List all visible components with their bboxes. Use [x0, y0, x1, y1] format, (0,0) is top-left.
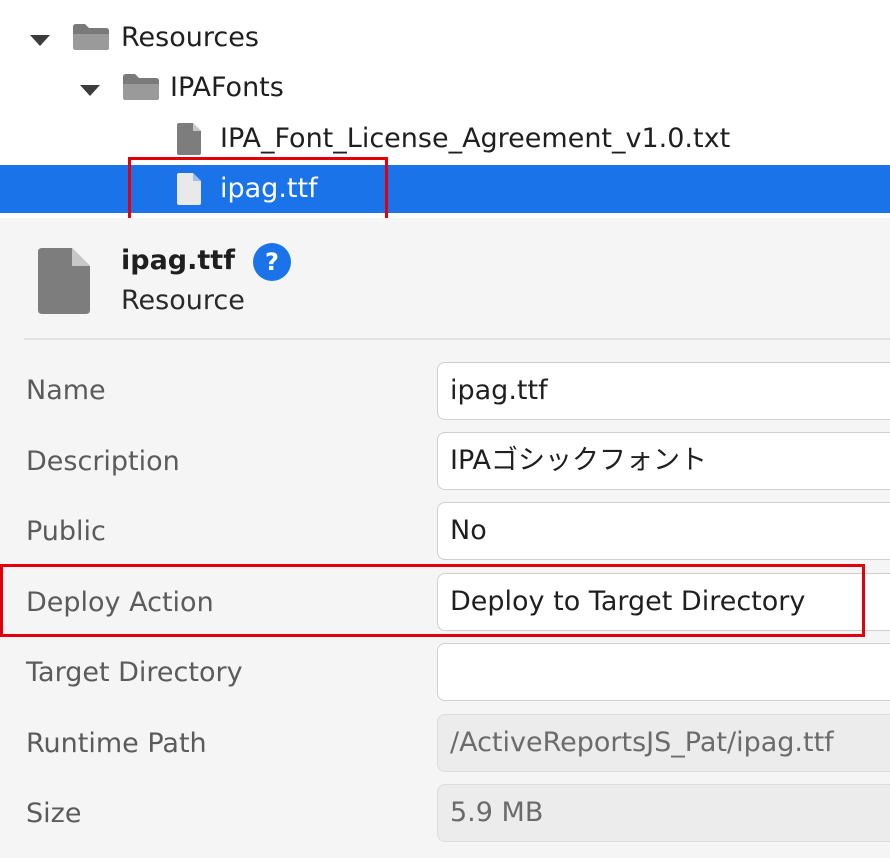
description-field[interactable]: IPAゴシックフォント — [437, 432, 890, 490]
tree-item-ipag-ttf[interactable]: ipag.ttf — [0, 165, 890, 213]
name-value: ipag.ttf — [450, 375, 548, 406]
resource-type: Resource — [121, 285, 245, 316]
property-label-runtime-path: Runtime Path — [26, 728, 207, 759]
description-value: IPAゴシックフォント — [450, 445, 707, 476]
name-field[interactable]: ipag.ttf — [437, 362, 890, 420]
divider — [24, 338, 890, 340]
property-label-target-directory: Target Directory — [26, 657, 243, 688]
caret-down-icon[interactable] — [80, 85, 100, 96]
property-label-public: Public — [26, 516, 106, 547]
file-icon — [38, 248, 90, 314]
tree-item-label: IPA_Font_License_Agreement_v1.0.txt — [220, 123, 731, 154]
target-directory-field[interactable] — [437, 643, 890, 701]
deploy-action-value: Deploy to Target Directory — [450, 586, 806, 617]
deploy-action-select[interactable]: Deploy to Target Directory — [437, 573, 890, 631]
tree-clip — [0, 0, 890, 4]
size-value: 5.9 MB — [450, 797, 544, 828]
property-label-name: Name — [26, 375, 106, 406]
runtime-path-field: /ActiveReportsJS_Pat/ipag.ttf — [437, 714, 890, 772]
property-label-size: Size — [26, 798, 82, 829]
tree-item-resources[interactable]: Resources — [0, 14, 890, 62]
runtime-path-value: /ActiveReportsJS_Pat/ipag.ttf — [450, 727, 834, 758]
help-icon[interactable]: ? — [253, 243, 291, 281]
tree-item-label: Resources — [121, 22, 259, 53]
tree-item-label: IPAFonts — [170, 72, 284, 103]
property-label-deploy-action: Deploy Action — [26, 587, 214, 618]
tree-item-license-file[interactable]: IPA_Font_License_Agreement_v1.0.txt — [0, 115, 890, 163]
tree-item-ipafonts[interactable]: IPAFonts — [0, 64, 890, 112]
size-field: 5.9 MB — [437, 784, 890, 842]
file-icon — [177, 123, 201, 155]
folder-icon — [73, 24, 109, 50]
tree-item-label: ipag.ttf — [220, 173, 318, 204]
resource-name: ipag.ttf — [121, 245, 235, 276]
caret-down-icon[interactable] — [30, 35, 50, 46]
folder-icon — [123, 74, 159, 100]
resource-tree: Resources IPAFonts IPA_Font_License_Agre… — [0, 0, 890, 218]
property-label-description: Description — [26, 446, 180, 477]
public-select[interactable]: No — [437, 502, 890, 560]
public-value: No — [450, 515, 487, 546]
file-icon — [177, 173, 201, 205]
